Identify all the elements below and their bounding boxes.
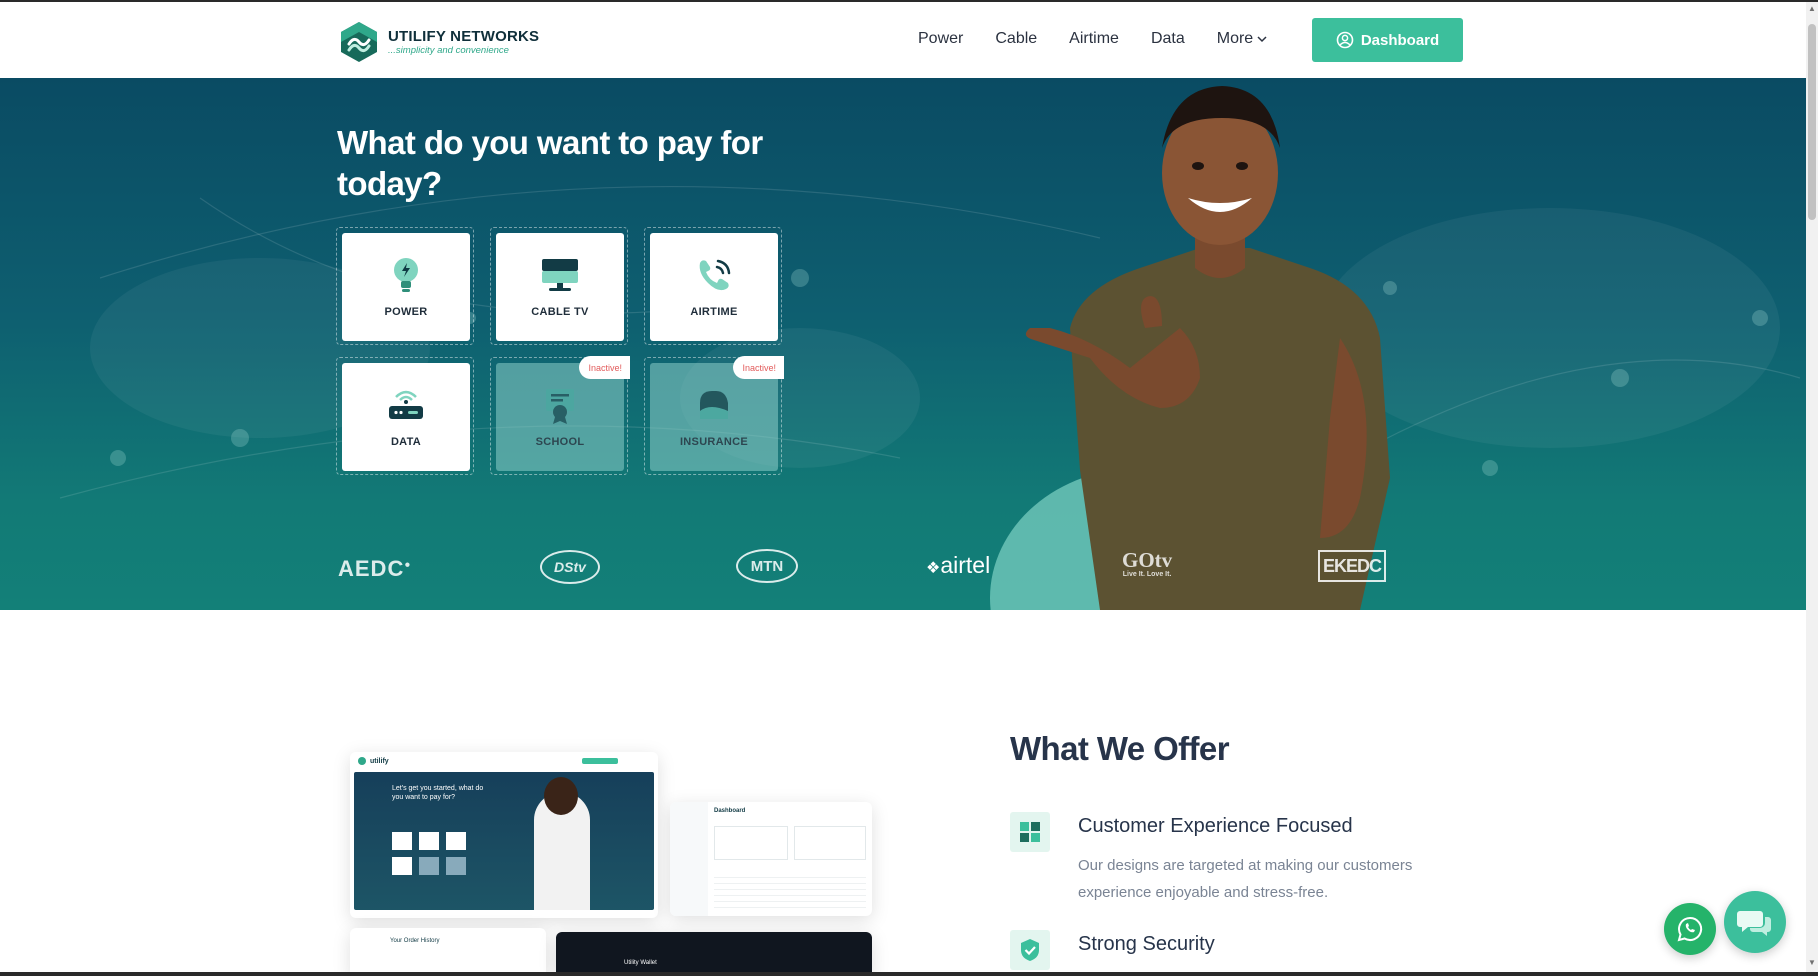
feature-description: Our designs are targeted at making our c… xyxy=(1078,857,1413,901)
brand-mtn-text: MTN xyxy=(750,557,784,575)
service-label: INSURANCE xyxy=(679,436,749,448)
brand-aedc-text: AEDC xyxy=(338,556,405,581)
bulb-icon xyxy=(384,253,428,297)
scroll-up-arrow-icon[interactable]: ▲ xyxy=(1808,4,1816,14)
brand-mtn: MTN xyxy=(736,549,798,583)
router-icon xyxy=(384,383,428,427)
mockup-landing-screenshot: utilify Let's get you started, what do y… xyxy=(350,752,658,918)
inactive-badge: Inactive! xyxy=(733,356,784,379)
airtel-swoosh-icon: ❖ xyxy=(926,560,941,577)
mockup-wallet-title: Utility Wallet xyxy=(624,960,657,966)
site-header: UTILIFY NETWORKS ...simplicity and conve… xyxy=(0,2,1806,78)
service-card-power[interactable]: POWER xyxy=(342,233,470,341)
service-card-school[interactable]: Inactive! SCHOOL xyxy=(496,356,630,471)
brand-gotv: GOtv Live It. Love It. xyxy=(1122,548,1173,579)
dashboard-button[interactable]: Dashboard xyxy=(1312,18,1463,62)
service-card-airtime[interactable]: AIRTIME xyxy=(650,233,778,341)
service-slot-school: Inactive! SCHOOL xyxy=(490,356,630,475)
scrollbar-thumb[interactable] xyxy=(1808,24,1816,220)
grid-icon xyxy=(1010,812,1050,852)
mockup-history-title: Your Order History xyxy=(390,938,440,944)
brand-dstv-text: DStv xyxy=(554,559,586,575)
brand-tagline: ...simplicity and convenience xyxy=(388,44,509,56)
phone-icon xyxy=(692,253,736,297)
feature-title: Customer Experience Focused xyxy=(1078,815,1353,837)
brand-ekedc-text: EKEDC xyxy=(1322,555,1382,576)
mockup-hero-text: Let's get you started, what do you want … xyxy=(392,785,484,801)
whatsapp-button[interactable] xyxy=(1664,903,1716,955)
shield-check-icon xyxy=(1010,930,1050,970)
tv-icon xyxy=(538,253,582,297)
nav-more[interactable]: More xyxy=(1217,30,1267,48)
service-slot-data: DATA xyxy=(336,357,474,475)
hero-section: What do you want to pay for today? POWER… xyxy=(0,78,1806,610)
chat-button[interactable] xyxy=(1724,891,1786,953)
service-slot-cable: CABLE TV xyxy=(490,227,628,345)
logo-mark-icon xyxy=(341,22,377,62)
world-map-background xyxy=(59,185,1801,610)
nav-data[interactable]: Data xyxy=(1151,30,1185,48)
offer-title: What We Offer xyxy=(1010,730,1230,767)
brand-airtel-text: airtel xyxy=(940,552,991,578)
mockup-dashboard-title: Dashboard xyxy=(714,808,746,814)
service-label: DATA xyxy=(390,436,422,448)
brand-gotv-tagline: Live It. Love It. xyxy=(1122,571,1172,578)
service-card-cable-tv[interactable]: CABLE TV xyxy=(496,233,624,341)
brand-name: UTILIFY NETWORKS xyxy=(388,27,540,45)
service-card-insurance[interactable]: Inactive! INSURANCE xyxy=(650,356,784,471)
brand-ekedc: EKEDC xyxy=(1318,550,1386,582)
insurance-icon xyxy=(692,383,736,427)
service-label: SCHOOL xyxy=(535,436,585,448)
brand-aedc: AEDC● xyxy=(338,556,412,581)
service-slot-insurance: Inactive! INSURANCE xyxy=(644,356,784,475)
brand-dstv: DStv xyxy=(540,550,600,584)
inactive-badge: Inactive! xyxy=(579,356,630,379)
chat-bubbles-icon xyxy=(1737,911,1771,936)
mockup-brand: utilify xyxy=(370,757,389,765)
brand-gotv-text: GOtv xyxy=(1122,548,1173,572)
certificate-icon xyxy=(538,383,582,427)
mockup-history-screenshot: Your Order History xyxy=(350,928,546,976)
dashboard-button-label: Dashboard xyxy=(1360,31,1440,49)
whatsapp-icon xyxy=(1677,916,1703,942)
hero-title: What do you want to pay for today? xyxy=(337,124,763,202)
service-slot-power: POWER xyxy=(336,227,474,345)
service-label: AIRTIME xyxy=(690,306,738,318)
service-label: CABLE TV xyxy=(531,306,589,318)
nav-cable[interactable]: Cable xyxy=(995,30,1037,48)
user-circle-icon xyxy=(1336,31,1354,49)
window-bottom-border xyxy=(0,972,1818,976)
nav-airtime[interactable]: Airtime xyxy=(1069,30,1119,48)
feature-title: Strong Security xyxy=(1078,933,1215,955)
chevron-down-icon xyxy=(1257,36,1267,43)
brand-logo[interactable]: UTILIFY NETWORKS ...simplicity and conve… xyxy=(338,20,539,64)
brand-airtel: ❖airtel xyxy=(926,552,990,579)
service-label: POWER xyxy=(384,306,428,318)
nav-more-label: More xyxy=(1216,30,1254,47)
main-nav: Power Cable Airtime Data More xyxy=(918,30,1299,48)
mockup-dashboard-screenshot: Dashboard xyxy=(670,802,872,916)
mockup-wallet-screenshot: Utility Wallet xyxy=(556,932,872,976)
page-scrollbar[interactable]: ▲ ▼ xyxy=(1806,2,1818,976)
nav-power[interactable]: Power xyxy=(918,30,963,48)
mockup-logo-icon xyxy=(358,757,366,765)
service-slot-airtime: AIRTIME xyxy=(644,227,782,345)
service-card-data[interactable]: DATA xyxy=(342,363,470,471)
hero-person-image xyxy=(1025,86,1390,610)
scroll-down-arrow-icon[interactable]: ▼ xyxy=(1808,958,1816,968)
